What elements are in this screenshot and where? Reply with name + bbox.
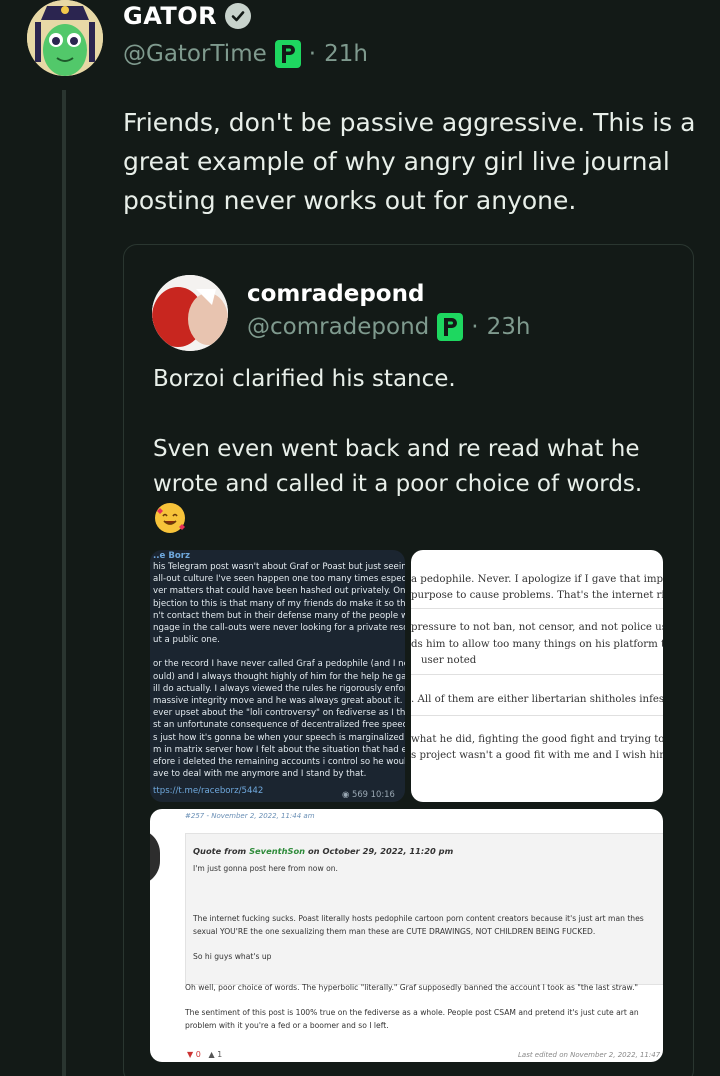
- screenshot-line: pressure to not ban, not censor, and not…: [411, 622, 663, 633]
- screenshot-line: what he did, fighting the good fight and…: [411, 734, 663, 745]
- author-avatar[interactable]: [27, 0, 103, 76]
- divider: [411, 608, 663, 609]
- eye-icon: ◉: [342, 789, 350, 799]
- quoted-post-time[interactable]: 23h: [487, 314, 531, 340]
- smiling-face-with-hearts-icon: [155, 503, 185, 533]
- telegram-text-line: st an unfortunate consequence of decentr…: [153, 720, 405, 731]
- forum-reply-line: problem with it you're a fed or a boomer…: [185, 1021, 389, 1030]
- author-meta-row: @GatorTime · 21h: [123, 40, 368, 68]
- telegram-text-line: ever upset about the "loli controversy" …: [153, 708, 405, 719]
- quoted-handle[interactable]: @comradepond: [247, 314, 429, 340]
- quoted-author-avatar[interactable]: [152, 275, 228, 351]
- quoted-body: Borzoi clarified his stance. Sven even w…: [153, 362, 673, 537]
- telegram-footer: ◉ 569 10:16: [342, 789, 395, 799]
- forum-reply-line: The sentiment of this post is 100% true …: [185, 1008, 639, 1017]
- post-container: GATOR @GatorTime · 21h Friends, don't be…: [0, 0, 720, 1076]
- author-handle[interactable]: @GatorTime: [123, 41, 267, 67]
- telegram-text-line: massive integrity move and he was always…: [153, 696, 405, 707]
- post-body: Friends, don't be passive aggressive. Th…: [123, 108, 696, 215]
- telegram-text-line: ill do actually. I always viewed the rul…: [153, 683, 405, 694]
- forum-post-id: #257 - November 2, 2022, 11:44 am: [185, 812, 315, 820]
- quote-line: The internet fucking sucks. Poast litera…: [193, 914, 644, 923]
- quote-date: on October 29, 2022, 11:20 pm: [305, 846, 454, 856]
- telegram-text-line: efore i deleted the remaining accounts i…: [153, 757, 405, 768]
- text-screenshot[interactable]: a pedophile. Never. I apologize if I gav…: [411, 550, 663, 802]
- forum-quote-block: Quote from SeventhSon on October 29, 202…: [185, 833, 663, 985]
- votes-up: 1: [217, 1050, 223, 1059]
- telegram-screenshot[interactable]: ..e Borz his Telegram post wasn't about …: [150, 550, 405, 802]
- quoted-meta-row: @comradepond · 23h: [247, 313, 530, 341]
- thumbs-up-icon: ▲: [208, 1050, 215, 1059]
- quoted-display-name[interactable]: comradepond: [247, 281, 424, 307]
- telegram-text-line: his Telegram post wasn't about Graf or P…: [153, 562, 405, 572]
- meta-separator: ·: [471, 314, 479, 340]
- divider: [411, 715, 663, 716]
- telegram-text-line: ould) and I always thought highly of him…: [153, 671, 405, 682]
- screenshot-line: a pedophile. Never. I apologize if I gav…: [411, 574, 663, 585]
- thumbs-down-icon: ▼: [187, 1050, 194, 1059]
- post-time[interactable]: 21h: [324, 41, 368, 67]
- quote-line: I'm just gonna post here from now on.: [193, 864, 338, 873]
- forum-reply-line: Oh well, poor choice of words. The hyper…: [185, 983, 638, 992]
- telegram-text-line: m in matrix server how I felt about the …: [153, 744, 405, 755]
- telegram-text-line: ut a public one.: [153, 635, 220, 646]
- forum-screenshot[interactable]: #257 - November 2, 2022, 11:44 am Quote …: [150, 809, 663, 1062]
- screenshot-line: . All of them are either libertarian shi…: [411, 694, 663, 705]
- screenshot-line: purpose to cause problems. That's the in…: [411, 590, 663, 601]
- telegram-text-line: or the record I have never called Graf a…: [153, 659, 405, 670]
- forum-quote-header: Quote from SeventhSon on October 29, 202…: [193, 846, 453, 856]
- forum-votes: ▼ 0 ▲ 1: [187, 1050, 222, 1059]
- screenshot-line: s project wasn't a good fit with me and …: [411, 750, 663, 761]
- telegram-views: 569: [351, 789, 368, 799]
- forum-avatar: [150, 829, 160, 885]
- screenshot-line: ds him to allow too many things on his p…: [411, 639, 663, 650]
- telegram-time: 10:16: [370, 789, 395, 799]
- screenshot-line: user noted: [421, 655, 477, 666]
- telegram-link: ttps://t.me/raceborz/5442: [153, 786, 264, 796]
- author-name-row: GATOR: [123, 2, 252, 30]
- meta-separator: ·: [308, 41, 317, 67]
- verified-icon: [225, 3, 252, 29]
- telegram-text-line: bjection to this is that many of my frie…: [153, 598, 405, 609]
- telegram-text-line: all-out culture I've seen happen one too…: [153, 574, 405, 585]
- telegram-text-line: n't contact them but in their defense ma…: [153, 610, 405, 621]
- forum-edited-note: Last edited on November 2, 2022, 11:47: [518, 1051, 661, 1059]
- quote-author: SeventhSon: [249, 846, 306, 856]
- telegram-text-line: s just how it's gonna be when your speec…: [153, 732, 405, 743]
- telegram-text-line: ave to deal with me anymore and I stand …: [153, 769, 367, 780]
- telegram-text-line: ver matters that could have been hashed …: [153, 586, 405, 597]
- divider: [411, 674, 663, 675]
- quote-prefix: Quote from: [193, 846, 250, 856]
- telegram-text-line: ngage in the call-outs were never lookin…: [153, 623, 405, 634]
- poast-badge-icon: [274, 40, 301, 68]
- telegram-channel-title: ..e Borz: [153, 551, 191, 561]
- thread-line: [62, 90, 66, 1076]
- quoted-paragraph: Sven even went back and re read what he …: [153, 436, 643, 497]
- quote-line: So hi guys what's up: [193, 952, 272, 961]
- poast-badge-icon: [437, 313, 464, 341]
- quote-line: sexual YOU'RE the one sexualizing them m…: [193, 927, 596, 936]
- votes-down: 0: [195, 1050, 201, 1059]
- author-display-name[interactable]: GATOR: [123, 2, 217, 30]
- telegram-text-block: or the record I have never called Graf a…: [150, 658, 405, 780]
- telegram-text-block: his Telegram post wasn't about Graf or P…: [150, 561, 405, 646]
- quoted-paragraph: Borzoi clarified his stance.: [153, 366, 456, 392]
